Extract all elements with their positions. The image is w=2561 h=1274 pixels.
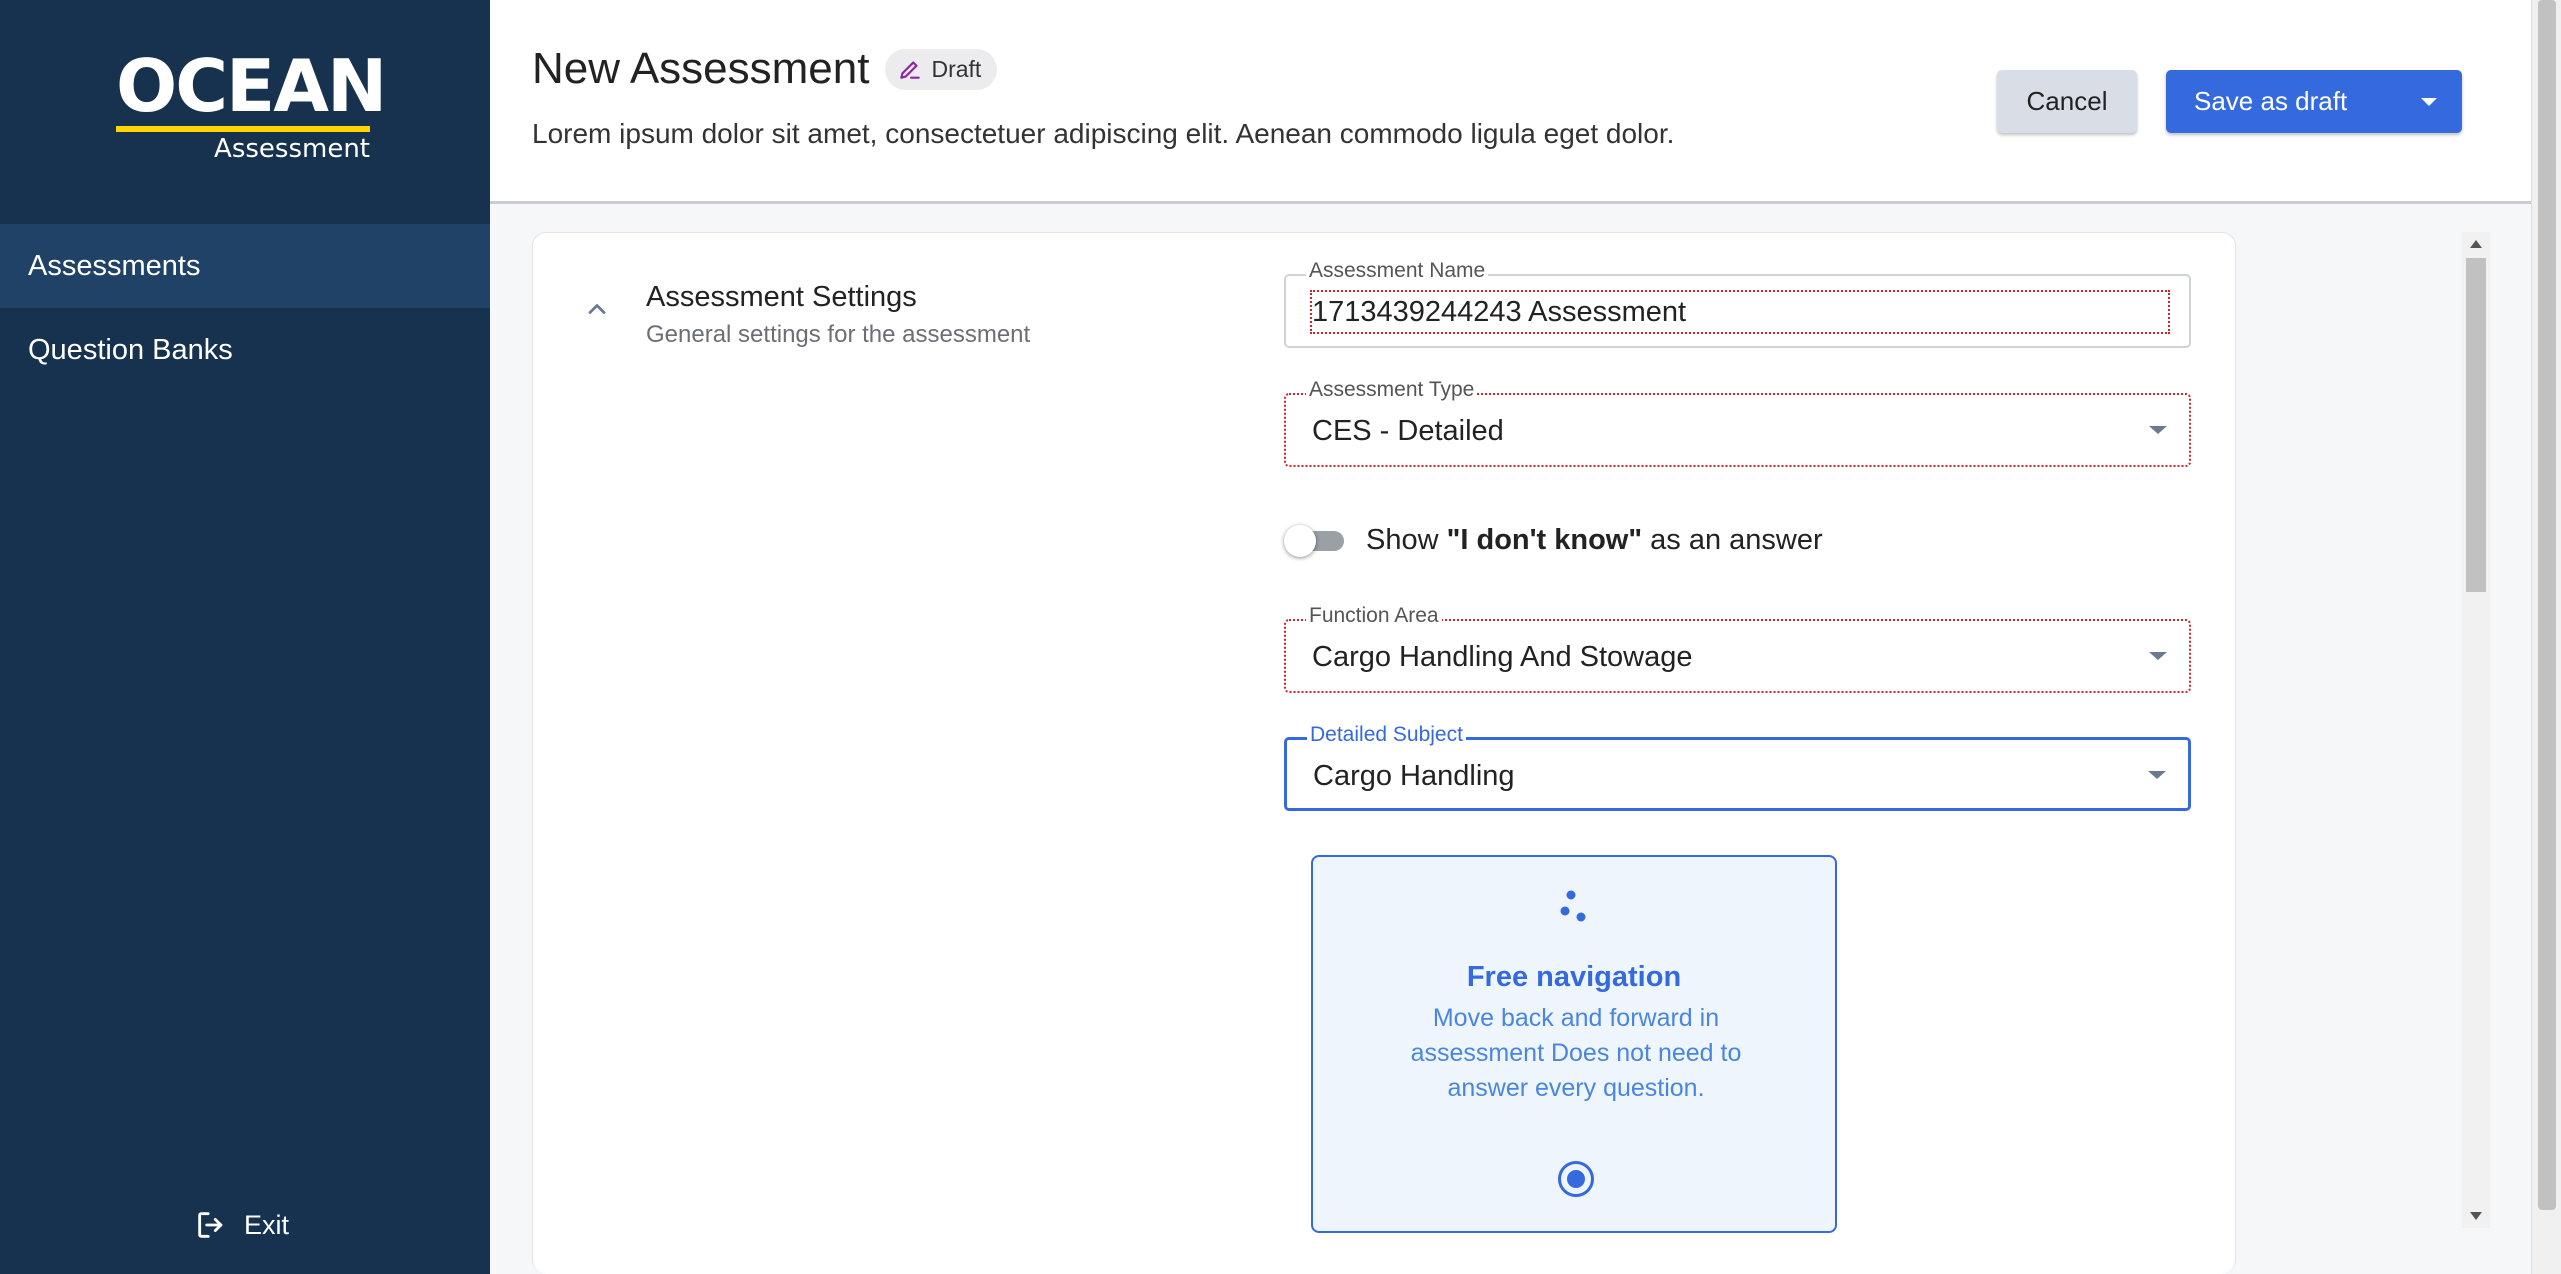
assessment-name-value: 1713439244243 Assessment (1312, 296, 1687, 328)
free-navigation-icon (1560, 890, 1586, 922)
save-as-draft-button[interactable]: Save as draft (2166, 70, 2462, 133)
sidebar: OCEAN Assessment Assessments Question Ba… (0, 0, 490, 1274)
section-title: Assessment Settings (646, 281, 917, 313)
scroll-up-arrow-icon[interactable] (2470, 240, 2482, 248)
toggle-label-prefix: Show (1366, 523, 1447, 556)
detailed-subject-value: Cargo Handling (1313, 760, 1515, 792)
logo-subtitle: Assessment (214, 134, 370, 164)
dropdown-arrow-icon (2148, 771, 2166, 779)
sidebar-item-assessments[interactable]: Assessments (0, 224, 490, 308)
scrollbar-thumb[interactable] (2466, 258, 2486, 592)
assessment-name-field[interactable]: Assessment Name 1713439244243 Assessment (1284, 259, 2191, 348)
exit-icon (198, 1212, 223, 1238)
scroll-down-arrow-icon[interactable] (2470, 1212, 2482, 1220)
detailed-subject-label: Detailed Subject (1307, 723, 1466, 747)
detailed-subject-select[interactable]: Detailed Subject Cargo Handling (1284, 723, 2191, 811)
assessment-type-label: Assessment Type (1306, 378, 1478, 402)
section-description: General settings for the assessment (646, 321, 1031, 348)
cancel-button[interactable]: Cancel (1997, 70, 2137, 133)
ocean-assessment-logo: OCEAN Assessment (116, 44, 387, 164)
chevron-down-icon[interactable] (2396, 70, 2462, 133)
idk-answer-toggle-row: Show "I don't know" as an answer (1284, 523, 1823, 557)
sidebar-nav: Assessments Question Banks (0, 224, 490, 392)
status-badge-label: Draft (931, 55, 982, 82)
sidebar-item-label: Assessments (28, 249, 201, 282)
content-scrollbar[interactable] (2462, 232, 2490, 1228)
free-navigation-option[interactable]: Free navigation Move back and forward in… (1311, 855, 1837, 1233)
page-subtitle: Lorem ipsum dolor sit amet, consectetuer… (532, 118, 1675, 149)
option-radio-selected[interactable] (1558, 1161, 1594, 1197)
toggle-label-suffix: as an answer (1642, 523, 1823, 556)
chevron-up-icon[interactable] (583, 295, 611, 323)
exit-label: Exit (244, 1209, 290, 1240)
idk-answer-toggle-label: Show "I don't know" as an answer (1366, 524, 1823, 557)
sidebar-item-question-banks[interactable]: Question Banks (0, 308, 490, 392)
function-area-select[interactable]: Function Area Cargo Handling And Stowage (1284, 604, 2191, 693)
exit-button[interactable]: Exit (194, 1208, 289, 1242)
function-area-label: Function Area (1306, 604, 1442, 628)
toggle-knob (1284, 525, 1316, 557)
option-description: Move back and forward in assessment Does… (1410, 1004, 1742, 1102)
idk-answer-toggle[interactable] (1284, 523, 1346, 557)
toggle-label-emphasis: "I don't know" (1446, 523, 1643, 556)
page-scrollbar[interactable] (2531, 0, 2561, 1274)
sidebar-item-label: Question Banks (28, 333, 233, 366)
logo-wordmark: OCEAN (116, 44, 387, 128)
page-scrollbar-thumb[interactable] (2538, 0, 2556, 1210)
dropdown-arrow-icon (2149, 652, 2167, 660)
option-title: Free navigation (1466, 961, 1682, 993)
assessment-settings-card: Assessment Settings General settings for… (532, 232, 2236, 1274)
page-header: New Assessment Draft Lorem ipsum dolor s… (490, 0, 2531, 204)
function-area-value: Cargo Handling And Stowage (1312, 641, 1693, 673)
status-badge: Draft (885, 48, 998, 90)
assessment-type-select[interactable]: Assessment Type CES - Detailed (1284, 378, 2191, 467)
assessment-name-label: Assessment Name (1306, 259, 1489, 283)
title-row: New Assessment Draft (532, 44, 998, 94)
page-title: New Assessment (532, 44, 870, 93)
dropdown-arrow-icon (2149, 426, 2167, 434)
save-as-draft-label: Save as draft (2194, 86, 2348, 116)
edit-pencil-icon (900, 61, 921, 79)
assessment-type-value: CES - Detailed (1312, 415, 1504, 447)
